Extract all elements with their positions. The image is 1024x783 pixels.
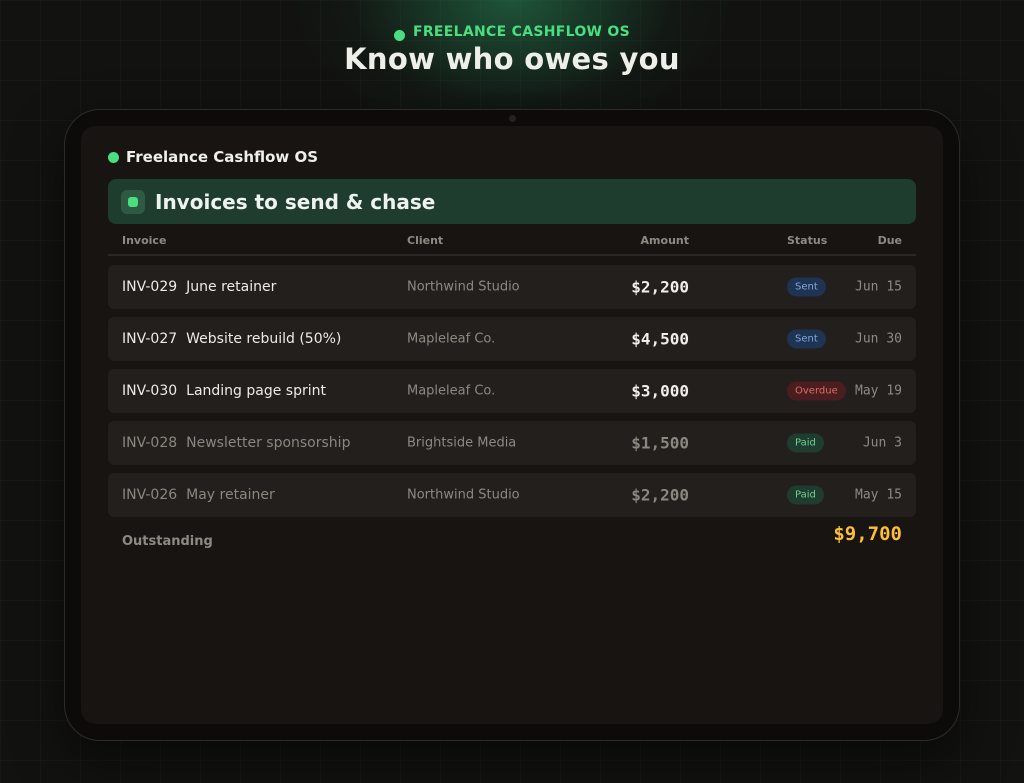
- table-row[interactable]: INV-026 May retainer Northwind Studio $2,…: [108, 473, 916, 517]
- column-header-invoice[interactable]: Invoice: [122, 234, 166, 247]
- invoice-description: Newsletter sponsorship: [186, 435, 351, 451]
- invoice-description: June retainer: [186, 279, 277, 295]
- status-badge: Sent: [787, 329, 826, 349]
- column-header-due[interactable]: Due: [878, 234, 902, 247]
- due-date-cell: Jun 15: [855, 279, 902, 295]
- column-header-status[interactable]: Status: [787, 234, 827, 247]
- status-dot-icon: [393, 30, 405, 41]
- status-badge: Sent: [787, 277, 826, 297]
- invoice-code: INV-029: [122, 279, 178, 295]
- table-header: Invoice Client Amount Status Due: [108, 232, 916, 256]
- table-row[interactable]: INV-027 Website rebuild (50%) Mapleleaf C…: [108, 317, 916, 361]
- client-cell: Northwind Studio: [407, 279, 520, 295]
- amount-cell: $2,200: [631, 277, 689, 297]
- column-header-client[interactable]: Client: [407, 234, 443, 247]
- invoice-description: Landing page sprint: [186, 383, 326, 399]
- invoice-cell: INV-027 Website rebuild (50%): [122, 331, 341, 347]
- hero-eyebrow-text: FREELANCE CASHFLOW OS: [412, 23, 631, 40]
- status-badge: Paid: [787, 485, 824, 505]
- camera-icon: [509, 115, 516, 122]
- hero-title: Know who owes you: [344, 42, 680, 76]
- table-row[interactable]: INV-030 Landing page sprint Mapleleaf Co.…: [108, 369, 916, 413]
- invoice-code: INV-028: [122, 435, 178, 451]
- due-date-cell: May 19: [855, 383, 902, 399]
- hero-eyebrow: FREELANCE CASHFLOW OS: [0, 22, 1024, 41]
- invoice-cell: INV-030 Landing page sprint: [122, 383, 326, 399]
- invoice-code: INV-030: [122, 383, 178, 399]
- client-cell: Mapleleaf Co.: [407, 383, 496, 399]
- client-cell: Brightside Media: [407, 435, 517, 451]
- app-name: Freelance Cashflow OS: [126, 148, 319, 166]
- amount-cell: $1,500: [631, 433, 689, 453]
- invoice-code: INV-027: [122, 331, 178, 347]
- invoice-cell: INV-028 Newsletter sponsorship: [122, 435, 350, 451]
- table-row[interactable]: INV-028 Newsletter sponsorship Brightside…: [108, 421, 916, 465]
- outstanding-total: $9,700: [833, 523, 902, 545]
- amount-cell: $2,200: [631, 485, 689, 505]
- section-title: Invoices to send & chase: [155, 189, 436, 214]
- status-badge: Paid: [787, 433, 824, 453]
- invoice-cell: INV-026 May retainer: [122, 487, 275, 503]
- app-screen: Freelance Cashflow OS Invoices to send &…: [81, 126, 943, 724]
- amount-cell: $4,500: [631, 329, 689, 349]
- invoice-section-icon: [121, 189, 145, 214]
- column-header-amount[interactable]: Amount: [641, 234, 689, 247]
- outstanding-label: Outstanding: [122, 534, 213, 549]
- client-cell: Mapleleaf Co.: [407, 331, 496, 347]
- invoice-description: May retainer: [186, 487, 275, 503]
- section-header: Invoices to send & chase: [108, 179, 916, 224]
- due-date-cell: Jun 30: [855, 331, 902, 347]
- invoice-code: INV-026: [122, 487, 178, 503]
- amount-cell: $3,000: [631, 381, 689, 401]
- app-logo-icon: [108, 151, 119, 163]
- due-date-cell: May 15: [855, 487, 902, 503]
- invoice-description: Website rebuild (50%): [186, 331, 342, 347]
- client-cell: Northwind Studio: [407, 487, 520, 503]
- app-header: Freelance Cashflow OS: [108, 148, 318, 166]
- table-row[interactable]: INV-029 June retainer Northwind Studio $2…: [108, 265, 916, 309]
- invoice-cell: INV-029 June retainer: [122, 279, 276, 295]
- due-date-cell: Jun 3: [862, 435, 902, 451]
- tablet-frame: Freelance Cashflow OS Invoices to send &…: [64, 109, 960, 741]
- status-badge: Overdue: [787, 381, 846, 401]
